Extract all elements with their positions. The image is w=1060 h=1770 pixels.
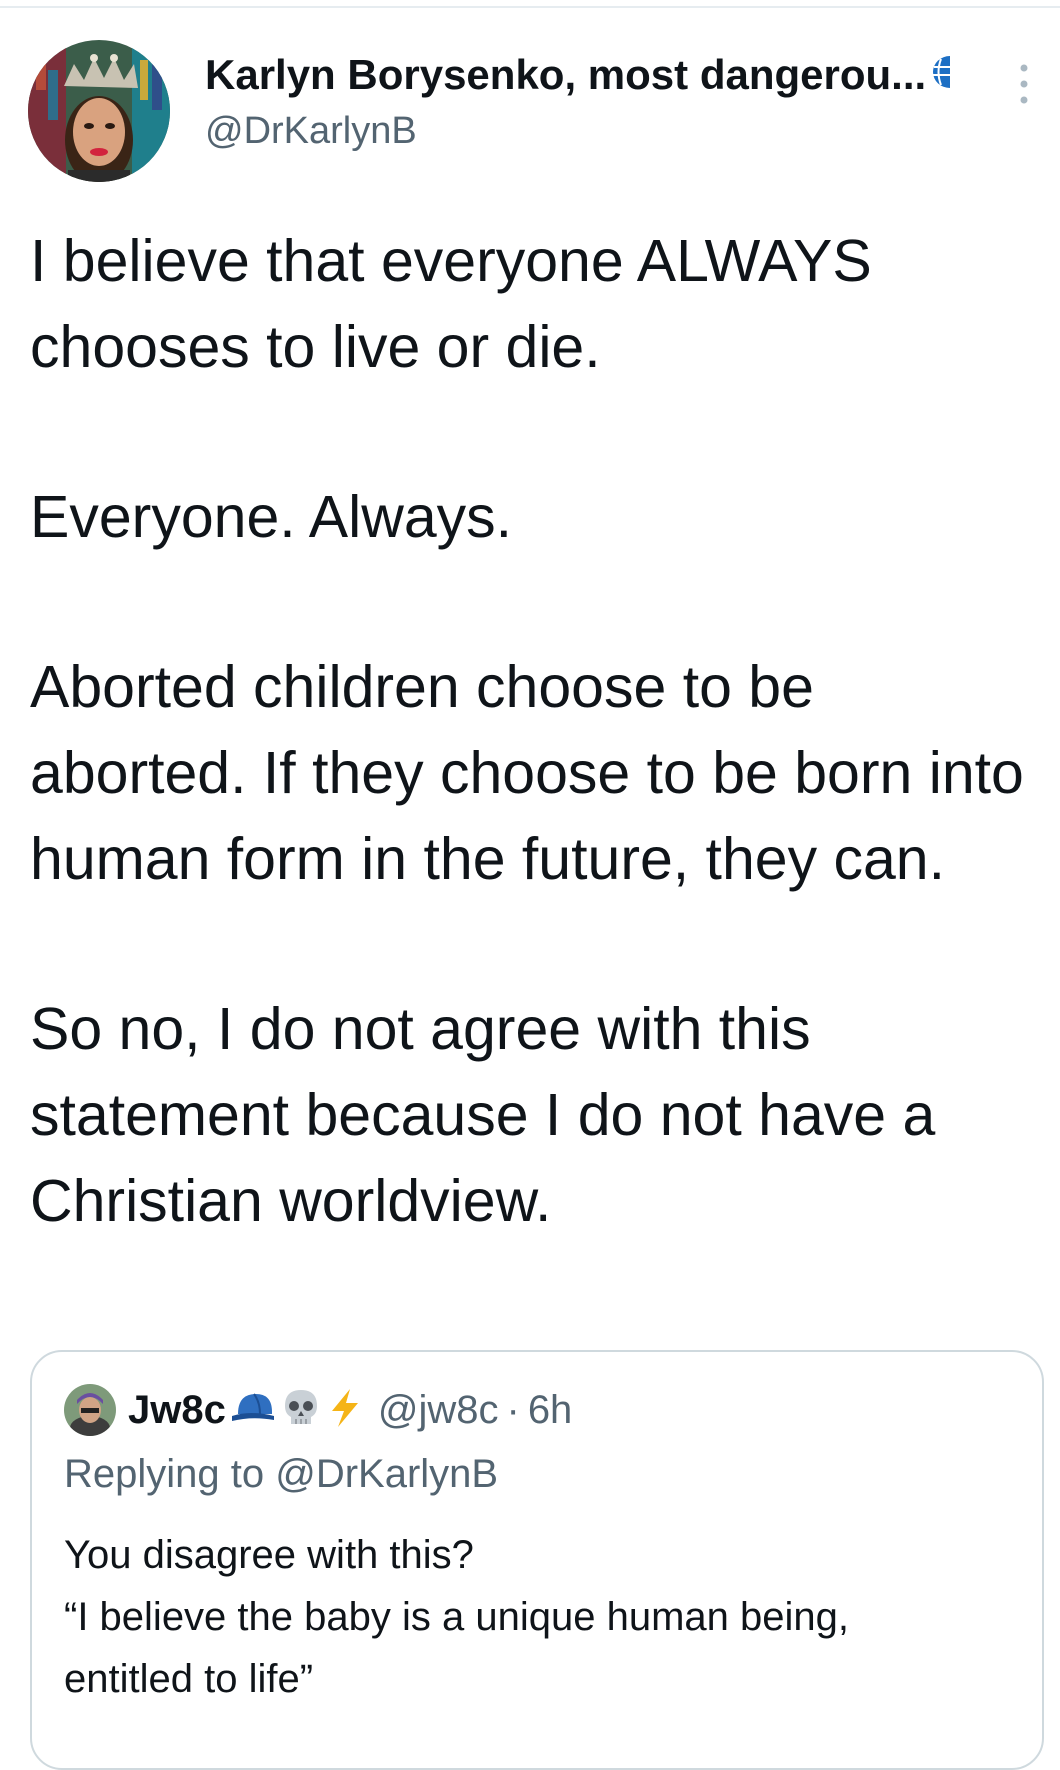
quoted-display-name[interactable]: Jw8c: [128, 1388, 226, 1433]
globe-icon: [932, 48, 951, 102]
separator-dot: ·: [506, 1387, 520, 1432]
quoted-text-line: “I believe the baby is a unique human be…: [64, 1595, 849, 1639]
replying-to[interactable]: Replying to @DrKarlynB: [64, 1452, 498, 1497]
lightning-icon: [326, 1387, 364, 1434]
quoted-text-line: You disagree with this?: [64, 1533, 474, 1577]
top-divider: [0, 6, 1060, 8]
quoted-header: Jw8c @jw8c · 6h: [128, 1378, 572, 1442]
tweet-paragraph: So no, I do not agree with this statemen…: [30, 996, 936, 1234]
tweet-paragraph: Everyone. Always.: [30, 484, 513, 550]
blue-cap-icon: [230, 1388, 276, 1433]
more-vertical-icon[interactable]: [1014, 62, 1034, 106]
tweet-paragraph: Aborted children choose to be aborted. I…: [30, 654, 1024, 892]
quoted-tweet-card[interactable]: Jw8c @jw8c · 6h Replying to @DrKarlynB Y…: [30, 1350, 1044, 1770]
quoted-text-line: entitled to life”: [64, 1657, 314, 1701]
tweet-paragraph: I believe that everyone ALWAYS chooses t…: [30, 228, 872, 380]
author-display-name[interactable]: Karlyn Borysenko, most dangerou...: [205, 48, 926, 102]
author-display-name-row[interactable]: Karlyn Borysenko, most dangerou...: [205, 48, 965, 102]
author-avatar[interactable]: [28, 40, 170, 182]
tweet-text: I believe that everyone ALWAYS chooses t…: [30, 218, 1040, 1244]
quoted-tweet-text: You disagree with this? “I believe the b…: [64, 1524, 1024, 1710]
avatar-image: [28, 40, 170, 182]
quoted-avatar[interactable]: [64, 1384, 116, 1436]
author-handle[interactable]: @DrKarlynB: [205, 104, 965, 158]
author-header: Karlyn Borysenko, most dangerou... @DrKa…: [205, 48, 965, 158]
quoted-handle[interactable]: @jw8c: [378, 1388, 499, 1433]
quoted-timestamp[interactable]: 6h: [528, 1388, 573, 1433]
skull-icon: [280, 1387, 322, 1434]
quoted-avatar-image: [64, 1384, 116, 1436]
